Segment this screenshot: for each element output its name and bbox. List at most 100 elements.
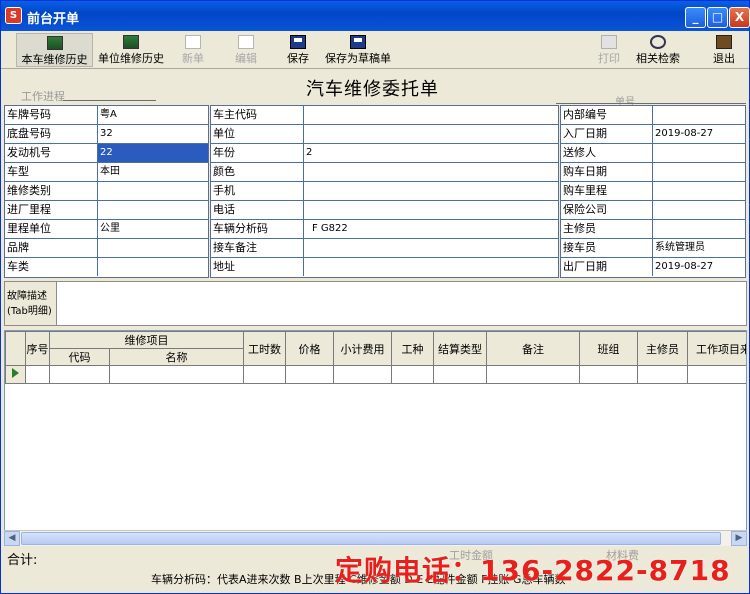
table-cell[interactable]	[637, 365, 688, 384]
plate-number-input[interactable]: 粤A	[98, 106, 208, 124]
owner-info-grid: 车主代码 单位 年份 2 颜色 手机 电话 车辆分析码 F G822 接车备注 地址	[210, 105, 559, 278]
field-label: 购车里程	[561, 182, 653, 200]
field-label: 车辆分析码	[211, 220, 304, 238]
table-cell[interactable]	[333, 365, 392, 384]
table-row[interactable]	[5, 365, 746, 384]
edit-button[interactable]: 编辑	[229, 33, 263, 67]
address-input[interactable]	[304, 258, 558, 276]
field-row: 购车日期	[561, 163, 745, 182]
internal-number-input[interactable]	[653, 106, 745, 124]
column-header-settle-type[interactable]: 结算类型	[433, 331, 487, 366]
company-input[interactable]	[304, 125, 558, 143]
vehicle-model-input[interactable]: 本田	[98, 163, 208, 181]
field-label: 车主代码	[211, 106, 304, 124]
table-cell[interactable]	[391, 365, 434, 384]
fault-description-input[interactable]	[58, 282, 746, 325]
title-bar[interactable]: S 前台开单 _ □ X	[1, 1, 750, 31]
table-cell[interactable]	[109, 365, 244, 384]
chassis-number-input[interactable]: 32	[98, 125, 208, 143]
field-row: 车主代码	[211, 106, 558, 125]
column-header-main-repairer[interactable]: 主修员	[637, 331, 688, 366]
receiver-input[interactable]: 系统管理员	[653, 239, 745, 257]
engine-number-input[interactable]: 22	[98, 144, 208, 162]
field-label: 主修员	[561, 220, 653, 238]
table-cell[interactable]	[243, 365, 286, 384]
column-header-name[interactable]: 名称	[109, 348, 244, 366]
table-cell[interactable]	[486, 365, 580, 384]
column-header-work-item[interactable]: 工作项目来	[687, 331, 746, 366]
field-label: 电话	[211, 201, 304, 219]
save-draft-label: 保存为草稿单	[325, 52, 391, 65]
field-label: 里程单位	[5, 220, 98, 238]
column-header-work-hours[interactable]: 工时数	[243, 331, 286, 366]
main-window: S 前台开单 _ □ X 本车维修历史 单位维修历史 新单 编辑 保存 保存为草…	[0, 0, 750, 594]
close-button[interactable]: X	[729, 7, 750, 28]
entry-date-input[interactable]: 2019-08-27	[653, 125, 745, 143]
vehicle-analysis-code-input[interactable]: F G822	[304, 220, 558, 238]
field-row: 接车员 系统管理员	[561, 239, 745, 258]
new-order-button[interactable]: 新单	[176, 33, 210, 67]
work-progress-label: 工作进程	[21, 90, 65, 103]
table-cell[interactable]	[285, 365, 334, 384]
purchase-mileage-input[interactable]	[653, 182, 745, 200]
exit-door-icon	[716, 35, 732, 49]
year-input[interactable]: 2	[304, 144, 558, 162]
scroll-right-icon[interactable]: ▶	[731, 531, 747, 546]
new-document-icon	[185, 35, 201, 49]
field-row: 底盘号码 32	[5, 125, 208, 144]
column-header-code[interactable]: 代码	[49, 348, 110, 366]
insurance-company-input[interactable]	[653, 201, 745, 219]
owner-code-input[interactable]	[304, 106, 558, 124]
column-header-team[interactable]: 班组	[579, 331, 638, 366]
scrollbar-thumb[interactable]	[21, 532, 721, 545]
main-repairer-input[interactable]	[653, 220, 745, 238]
field-row: 车牌号码 粤A	[5, 106, 208, 125]
field-label: 地址	[211, 258, 304, 276]
field-label: 接车备注	[211, 239, 304, 257]
horizontal-scrollbar[interactable]: ◀ ▶	[4, 530, 747, 546]
related-search-button[interactable]: 相关检索	[633, 33, 683, 67]
sender-input[interactable]	[653, 144, 745, 162]
related-search-label: 相关检索	[636, 52, 680, 65]
maximize-button[interactable]: □	[707, 7, 728, 28]
print-label: 打印	[598, 52, 620, 65]
exit-date-input[interactable]: 2019-08-27	[653, 258, 745, 276]
column-header-price[interactable]: 价格	[285, 331, 334, 366]
save-draft-button[interactable]: 保存为草稿单	[323, 33, 393, 67]
mileage-unit-input[interactable]: 公里	[98, 220, 208, 238]
brand-input[interactable]	[98, 239, 208, 257]
printer-icon	[601, 35, 617, 49]
table-cell[interactable]	[49, 365, 110, 384]
field-row: 维修类别	[5, 182, 208, 201]
vehicle-history-button[interactable]: 本车维修历史	[16, 33, 93, 67]
field-label: 入厂日期	[561, 125, 653, 143]
column-header-seq[interactable]: 序号	[25, 331, 50, 366]
table-cell[interactable]	[25, 365, 50, 384]
field-row: 保险公司	[561, 201, 745, 220]
order-no-field[interactable]	[556, 103, 746, 104]
repair-category-input[interactable]	[98, 182, 208, 200]
entry-mileage-input[interactable]	[98, 201, 208, 219]
exit-button[interactable]: 退出	[707, 33, 741, 67]
column-header-remarks[interactable]: 备注	[486, 331, 580, 366]
table-cell[interactable]	[687, 365, 746, 384]
column-header-repair-item[interactable]: 维修项目	[49, 331, 244, 349]
unit-history-button[interactable]: 单位维修历史	[96, 33, 166, 67]
scroll-left-icon[interactable]: ◀	[4, 531, 20, 546]
work-progress-field[interactable]	[63, 100, 156, 101]
print-button[interactable]: 打印	[589, 33, 629, 67]
mobile-input[interactable]	[304, 182, 558, 200]
table-cell[interactable]	[433, 365, 487, 384]
purchase-date-input[interactable]	[653, 163, 745, 181]
column-header-work-type[interactable]: 工种	[391, 331, 434, 366]
pickup-remarks-input[interactable]	[304, 239, 558, 257]
save-button[interactable]: 保存	[281, 33, 315, 67]
column-header-subtotal[interactable]: 小计费用	[333, 331, 392, 366]
vehicle-class-input[interactable]	[98, 258, 208, 276]
phone-input[interactable]	[304, 201, 558, 219]
table-cell[interactable]	[579, 365, 638, 384]
fault-description-label: 故障描述 (Tab明细)	[5, 282, 57, 325]
field-label: 购车日期	[561, 163, 653, 181]
minimize-button[interactable]: _	[685, 7, 706, 28]
color-input[interactable]	[304, 163, 558, 181]
